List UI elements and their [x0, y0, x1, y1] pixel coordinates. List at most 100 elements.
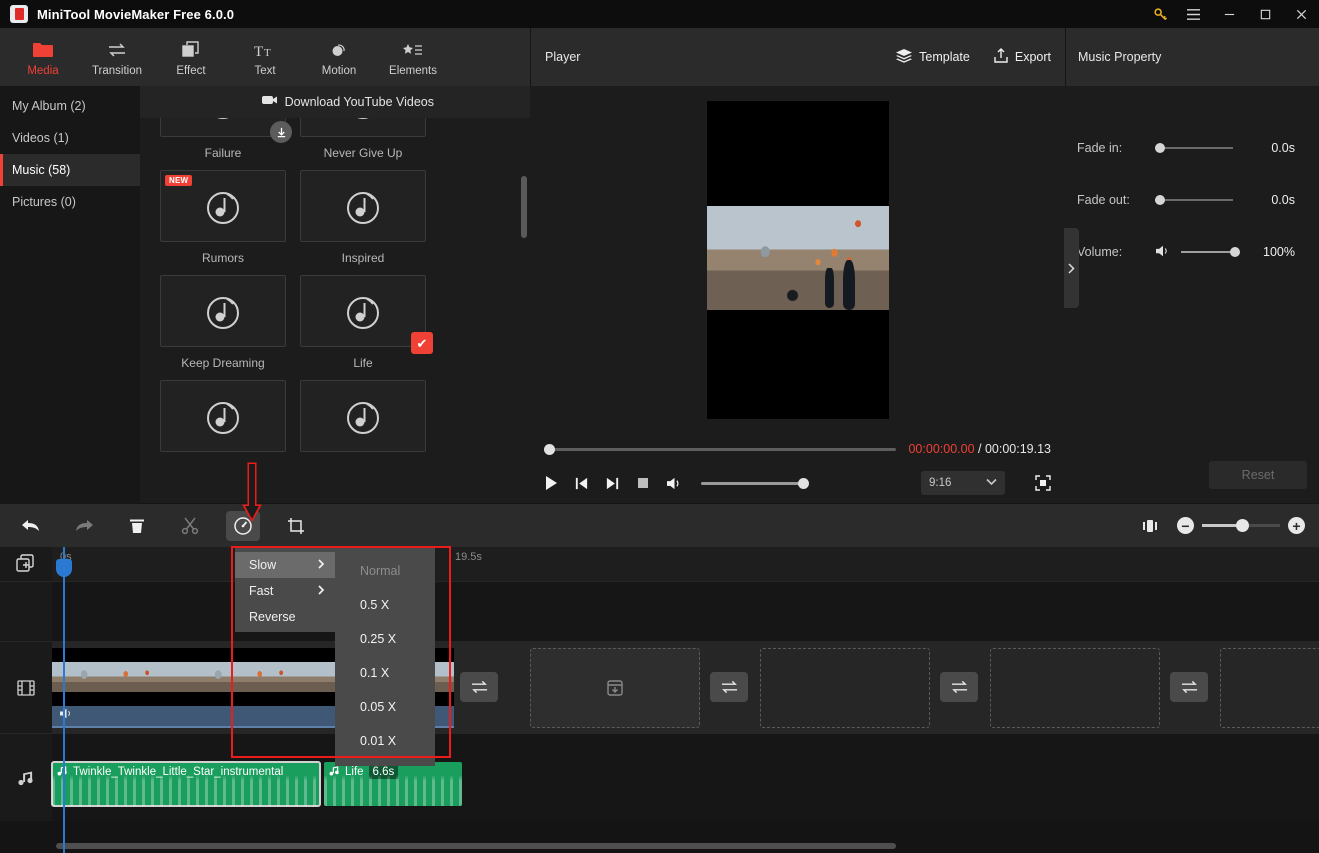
video-preview[interactable]: [706, 100, 889, 419]
export-button[interactable]: Export: [994, 48, 1051, 66]
speed-button[interactable]: [226, 510, 260, 541]
template-button[interactable]: Template: [896, 48, 970, 66]
speed-menu-item-slow[interactable]: Slow: [235, 552, 335, 578]
speaker-icon[interactable]: [666, 476, 683, 491]
media-item[interactable]: NEW Rumors: [160, 160, 300, 265]
speed-option-0-25x[interactable]: 0.25 X: [335, 622, 435, 656]
maximize-icon[interactable]: [1247, 0, 1283, 28]
speed-option-0-5x[interactable]: 0.5 X: [335, 588, 435, 622]
media-thumbnail[interactable]: [160, 275, 286, 347]
clip-placeholder[interactable]: [760, 648, 930, 728]
transition-slot-button[interactable]: [940, 672, 978, 702]
playhead[interactable]: [56, 547, 72, 853]
clip-placeholder[interactable]: [530, 648, 700, 728]
chevron-right-icon: [318, 558, 325, 572]
panel-collapse-toggle[interactable]: [1064, 228, 1079, 308]
media-thumbnail[interactable]: [300, 380, 426, 452]
sidebar-item-pictures[interactable]: Pictures (0): [0, 186, 140, 218]
fullscreen-icon[interactable]: [1035, 475, 1051, 491]
key-icon[interactable]: [1145, 0, 1175, 28]
speed-menu-item-reverse[interactable]: Reverse: [235, 604, 335, 630]
music-clip[interactable]: Life 6.6s: [324, 762, 462, 806]
timeline-zoom-slider[interactable]: [1202, 519, 1280, 532]
speed-option-normal[interactable]: Normal: [335, 554, 435, 588]
music-volume-handle[interactable]: [1230, 247, 1240, 257]
sidebar-item-my-album[interactable]: My Album (2): [0, 90, 140, 122]
chevron-right-icon: [318, 584, 325, 598]
zoom-out-button[interactable]: −: [1177, 517, 1194, 534]
music-volume-slider[interactable]: [1181, 247, 1240, 257]
minimize-icon[interactable]: [1211, 0, 1247, 28]
tab-elements[interactable]: Elements: [376, 38, 450, 77]
fade-in-handle[interactable]: [1155, 143, 1165, 153]
fit-to-timeline-button[interactable]: [1133, 511, 1167, 541]
track-body-video[interactable]: [52, 641, 1319, 733]
transition-slot-button[interactable]: [1170, 672, 1208, 702]
tab-motion[interactable]: Motion: [302, 38, 376, 77]
timeline-zoom-handle[interactable]: [1235, 519, 1249, 532]
media-item[interactable]: [160, 370, 300, 452]
selected-check-icon[interactable]: ✔: [411, 332, 433, 354]
music-clip[interactable]: Twinkle_Twinkle_Little_Star_instrumental: [51, 761, 321, 807]
media-library-panel: Media Transition Effect TT Text Motion E…: [0, 28, 530, 503]
volume-slider[interactable]: [701, 477, 809, 489]
download-youtube-label[interactable]: Download YouTube Videos: [285, 95, 434, 109]
reset-button[interactable]: Reset: [1209, 461, 1307, 489]
media-item[interactable]: Inspired: [300, 160, 440, 265]
player-header: Player Template Export: [530, 28, 1065, 86]
media-item[interactable]: [300, 370, 440, 452]
play-button[interactable]: [544, 475, 558, 491]
media-item[interactable]: Never Give Up: [300, 118, 440, 160]
delete-button[interactable]: [120, 511, 154, 541]
transition-slot-button[interactable]: [710, 672, 748, 702]
clip-placeholder[interactable]: [990, 648, 1160, 728]
media-thumbnail[interactable]: [300, 118, 426, 137]
media-grid-scrollbar[interactable]: [521, 176, 527, 238]
playback-buttons: 9:16: [544, 465, 1051, 501]
speed-menu-item-fast[interactable]: Fast: [235, 578, 335, 604]
media-item[interactable]: Keep Dreaming: [160, 265, 300, 370]
clip-placeholder[interactable]: [1220, 648, 1319, 728]
menu-icon[interactable]: [1175, 0, 1211, 28]
fade-out-slider[interactable]: [1155, 195, 1233, 205]
transition-slot-button[interactable]: [460, 672, 498, 702]
speaker-icon[interactable]: [59, 707, 74, 725]
media-thumbnail[interactable]: NEW: [160, 170, 286, 242]
fade-out-handle[interactable]: [1155, 195, 1165, 205]
sidebar-item-music[interactable]: Music (58): [0, 154, 140, 186]
media-thumbnail[interactable]: [160, 118, 292, 143]
timeline-horizontal-scrollbar[interactable]: [0, 839, 1319, 853]
crop-button[interactable]: [279, 511, 313, 541]
volume-handle[interactable]: [798, 477, 809, 489]
stop-button[interactable]: [636, 476, 650, 490]
redo-button[interactable]: [67, 511, 101, 541]
next-frame-button[interactable]: [605, 476, 620, 491]
undo-button[interactable]: [14, 511, 48, 541]
preview-frame-image: [706, 205, 889, 310]
media-thumbnail[interactable]: ✔: [300, 275, 433, 354]
seek-bar[interactable]: [544, 443, 897, 455]
zoom-in-button[interactable]: +: [1288, 517, 1305, 534]
media-item[interactable]: ✔ Life: [300, 265, 440, 370]
seek-handle[interactable]: [544, 443, 555, 455]
media-item[interactable]: Failure: [160, 118, 300, 160]
sidebar-item-videos[interactable]: Videos (1): [0, 122, 140, 154]
aspect-ratio-select[interactable]: 9:16: [921, 471, 1005, 495]
media-thumbnail[interactable]: [300, 170, 426, 242]
add-media-button[interactable]: [0, 547, 52, 581]
previous-frame-button[interactable]: [574, 476, 589, 491]
track-body-audio[interactable]: Twinkle_Twinkle_Little_Star_instrumental…: [51, 733, 1319, 821]
download-icon[interactable]: [270, 121, 292, 143]
speed-option-0-05x[interactable]: 0.05 X: [335, 690, 435, 724]
media-thumbnail[interactable]: [160, 380, 286, 452]
speed-option-0-1x[interactable]: 0.1 X: [335, 656, 435, 690]
tab-transition[interactable]: Transition: [80, 38, 154, 77]
tab-text[interactable]: TT Text: [228, 38, 302, 77]
fade-in-slider[interactable]: [1155, 143, 1233, 153]
close-icon[interactable]: [1283, 0, 1319, 28]
tab-media[interactable]: Media: [6, 38, 80, 77]
volume-speaker-icon[interactable]: [1155, 244, 1171, 261]
speed-option-0-01x[interactable]: 0.01 X: [335, 724, 435, 758]
split-button[interactable]: [173, 511, 207, 541]
tab-effect[interactable]: Effect: [154, 38, 228, 77]
